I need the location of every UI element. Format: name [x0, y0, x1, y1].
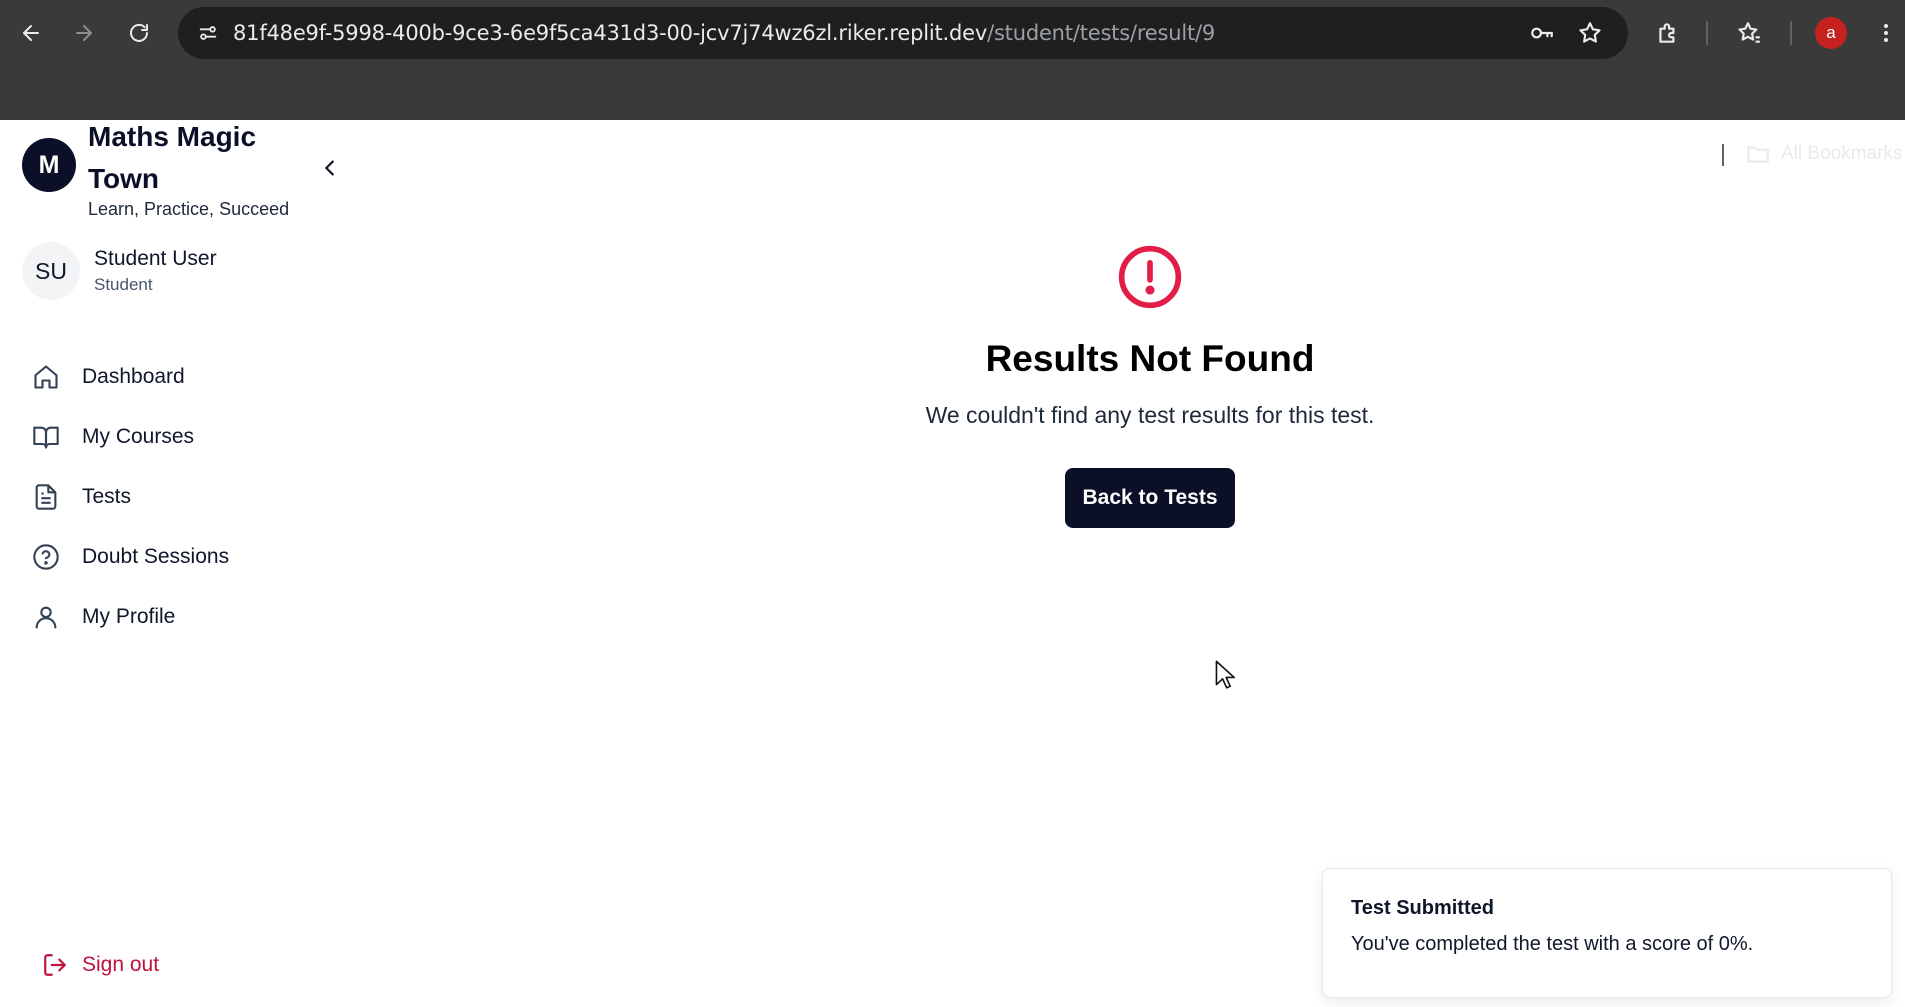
- forward-nav-button[interactable]: [65, 14, 103, 52]
- arrow-right-icon: [76, 25, 92, 41]
- user-role: Student: [94, 275, 153, 294]
- toast-description: You've completed the test with a score o…: [1351, 933, 1754, 955]
- sidebar-item-label: My Profile: [82, 605, 176, 628]
- sidebar-item-label: My Courses: [82, 425, 195, 448]
- user-icon: [30, 601, 62, 633]
- toast-title: Test Submitted: [1351, 897, 1494, 919]
- alert-circle-icon: [1118, 245, 1182, 309]
- sign-out-label: Sign out: [82, 953, 160, 976]
- log-out-icon: [44, 954, 66, 976]
- sidebar-item-label: Tests: [82, 485, 132, 508]
- result-message: We couldn't find any test results for th…: [925, 402, 1375, 428]
- help-circle-icon: [30, 541, 62, 573]
- home-icon: [30, 361, 62, 393]
- mouse-cursor-icon: [1215, 660, 1235, 689]
- arrow-left-icon: [23, 25, 39, 41]
- browser-toolbar: 81f48e9f-5998-400b-9ce3-6e9f5ca431d3-00-…: [0, 0, 1905, 66]
- toolbar-divider: [1706, 21, 1708, 45]
- reload-button[interactable]: [120, 14, 158, 52]
- bookmark-star-icon[interactable]: [1576, 19, 1604, 47]
- browser-chrome: 81f48e9f-5998-400b-9ce3-6e9f5ca431d3-00-…: [0, 0, 1905, 166]
- sidebar-item-doubt-sessions[interactable]: Doubt Sessions: [30, 535, 330, 579]
- sidebar-item-tests[interactable]: Tests: [30, 475, 330, 519]
- bookmarks-bar: All Bookmarks: [0, 66, 1905, 166]
- sidebar-item-my-profile[interactable]: My Profile: [30, 595, 330, 639]
- url-text[interactable]: 81f48e9f-5998-400b-9ce3-6e9f5ca431d3-00-…: [233, 20, 1215, 46]
- more-menu-icon[interactable]: [1870, 17, 1902, 49]
- site-info-icon[interactable]: [192, 17, 224, 49]
- user-name: Student User: [94, 247, 217, 270]
- brand-tagline: Learn, Practice, Succeed: [88, 199, 290, 219]
- url-path: /student/tests/result/9: [987, 21, 1216, 45]
- key-icon[interactable]: [1528, 19, 1556, 47]
- sign-out-button[interactable]: Sign out: [42, 948, 159, 982]
- file-text-icon: [30, 481, 62, 513]
- user-avatar: SU: [22, 242, 80, 300]
- toast-notification[interactable]: Test Submitted You've completed the test…: [1322, 868, 1892, 998]
- sidebar-item-label: Dashboard: [82, 365, 185, 388]
- back-nav-button[interactable]: [12, 14, 50, 52]
- book-open-icon: [30, 421, 62, 453]
- back-to-tests-button[interactable]: Back to Tests: [1065, 468, 1235, 528]
- sidebar-item-label: Doubt Sessions: [82, 545, 230, 568]
- reload-icon: [130, 23, 148, 42]
- reading-list-icon[interactable]: [1733, 17, 1765, 49]
- chevron-left-icon: [325, 160, 334, 176]
- page-title: Results Not Found: [985, 338, 1315, 379]
- collapse-sidebar-button[interactable]: [318, 154, 342, 182]
- url-host: 81f48e9f-5998-400b-9ce3-6e9f5ca431d3-00-…: [233, 21, 988, 45]
- brand-name: Maths Magic Town: [88, 121, 257, 194]
- sidebar-item-my-courses[interactable]: My Courses: [30, 415, 330, 459]
- profile-avatar[interactable]: a: [1815, 17, 1847, 49]
- sidebar-item-dashboard[interactable]: Dashboard: [30, 355, 330, 399]
- logo: M: [22, 138, 76, 192]
- extensions-icon[interactable]: [1652, 17, 1684, 49]
- address-bar[interactable]: 81f48e9f-5998-400b-9ce3-6e9f5ca431d3-00-…: [178, 7, 1628, 59]
- toolbar-divider: [1790, 21, 1792, 45]
